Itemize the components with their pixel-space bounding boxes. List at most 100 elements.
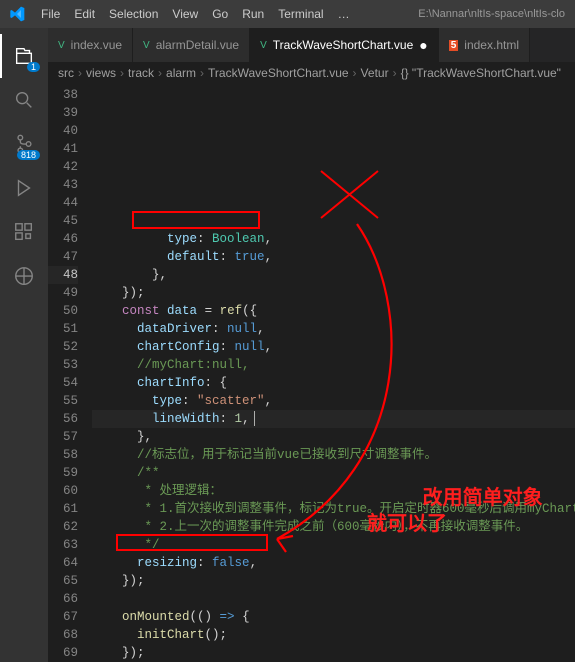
code-line[interactable]: //标志位，用于标记当前vue已接收到尺寸调整事件。 bbox=[92, 446, 575, 464]
code-line[interactable]: //myChart:null, bbox=[92, 356, 575, 374]
line-number: 51 bbox=[48, 320, 78, 338]
chevron-right-icon: › bbox=[158, 66, 162, 80]
menu-item-terminal[interactable]: Terminal bbox=[271, 7, 330, 21]
code-line[interactable]: default: true, bbox=[92, 248, 575, 266]
breadcrumb-item[interactable]: Vetur bbox=[361, 66, 389, 80]
tab-index-vue[interactable]: Vindex.vue bbox=[48, 28, 133, 62]
code-line[interactable]: * 2.上一次的调整事件完成之前（600毫秒内），不再接收调整事件。 bbox=[92, 518, 575, 536]
editor-area: Vindex.vueValarmDetail.vueVTrackWaveShor… bbox=[48, 28, 575, 662]
breadcrumb-item[interactable]: {} "TrackWaveShortChart.vue" bbox=[401, 66, 561, 80]
chevron-right-icon: › bbox=[353, 66, 357, 80]
window-title: E:\Nannar\nltIs-space\nltIs-clo bbox=[418, 8, 575, 20]
extensions-icon[interactable] bbox=[0, 210, 48, 254]
code-lines[interactable]: 改用简单对象就可以了 type: Boolean, default: true,… bbox=[92, 84, 575, 662]
explorer-icon[interactable]: 1 bbox=[0, 34, 48, 78]
breadcrumb[interactable]: src › views › track › alarm › TrackWaveShortChar… bbox=[48, 62, 575, 84]
tab-trackwaveshortchart-vue[interactable]: VTrackWaveShortChart.vue● bbox=[250, 28, 439, 62]
line-number: 65 bbox=[48, 572, 78, 590]
menu-item-file[interactable]: File bbox=[34, 7, 67, 21]
line-number: 57 bbox=[48, 428, 78, 446]
vue-file-icon: V bbox=[143, 40, 150, 51]
explorer-badge: 1 bbox=[27, 62, 40, 72]
menu-item-view[interactable]: View bbox=[165, 7, 205, 21]
chevron-right-icon: › bbox=[120, 66, 124, 80]
line-number: 58 bbox=[48, 446, 78, 464]
menu-bar: FileEditSelectionViewGoRunTerminal… bbox=[34, 7, 357, 21]
breadcrumb-item[interactable]: src bbox=[58, 66, 74, 80]
line-number: 69 bbox=[48, 644, 78, 662]
line-number: 53 bbox=[48, 356, 78, 374]
code-line[interactable]: }, bbox=[92, 266, 575, 284]
line-number: 39 bbox=[48, 104, 78, 122]
code-line[interactable]: chartConfig: null, bbox=[92, 338, 575, 356]
line-number: 48 bbox=[48, 266, 78, 284]
activity-bar: 1 818 bbox=[0, 28, 48, 662]
code-line[interactable]: }); bbox=[92, 644, 575, 662]
code-line[interactable]: */ bbox=[92, 536, 575, 554]
line-number: 62 bbox=[48, 518, 78, 536]
scm-badge: 818 bbox=[17, 150, 40, 160]
code-line[interactable]: chartInfo: { bbox=[92, 374, 575, 392]
line-number: 56 bbox=[48, 410, 78, 428]
menu-item-…[interactable]: … bbox=[331, 7, 357, 21]
tab-alarmdetail-vue[interactable]: ValarmDetail.vue bbox=[133, 28, 250, 62]
breadcrumb-item[interactable]: track bbox=[128, 66, 154, 80]
menu-item-go[interactable]: Go bbox=[205, 7, 235, 21]
menu-item-run[interactable]: Run bbox=[235, 7, 271, 21]
code-line[interactable]: initChart(); bbox=[92, 626, 575, 644]
dirty-indicator-icon: ● bbox=[419, 38, 427, 52]
line-number: 64 bbox=[48, 554, 78, 572]
search-icon[interactable] bbox=[0, 78, 48, 122]
run-debug-icon[interactable] bbox=[0, 166, 48, 210]
line-number: 66 bbox=[48, 590, 78, 608]
line-number: 50 bbox=[48, 302, 78, 320]
line-number: 59 bbox=[48, 464, 78, 482]
breadcrumb-item[interactable]: views bbox=[86, 66, 116, 80]
code-line[interactable]: }); bbox=[92, 572, 575, 590]
annotation-x-mark bbox=[316, 166, 386, 226]
line-number-gutter: 3839404142434445464748495051525354555657… bbox=[48, 84, 92, 662]
line-number: 42 bbox=[48, 158, 78, 176]
menu-item-selection[interactable]: Selection bbox=[102, 7, 165, 21]
menu-item-edit[interactable]: Edit bbox=[67, 7, 102, 21]
code-line[interactable]: const data = ref({ bbox=[92, 302, 575, 320]
annotation-box-1 bbox=[132, 211, 260, 229]
code-line[interactable]: }); bbox=[92, 284, 575, 302]
vue-file-icon: V bbox=[58, 40, 65, 51]
tab-index-html[interactable]: 5index.html bbox=[439, 28, 530, 62]
code-line[interactable]: /** bbox=[92, 464, 575, 482]
tab-bar: Vindex.vueValarmDetail.vueVTrackWaveShor… bbox=[48, 28, 575, 62]
line-number: 60 bbox=[48, 482, 78, 500]
chevron-right-icon: › bbox=[200, 66, 204, 80]
line-number: 43 bbox=[48, 176, 78, 194]
line-number: 47 bbox=[48, 248, 78, 266]
code-line[interactable] bbox=[92, 590, 575, 608]
line-number: 55 bbox=[48, 392, 78, 410]
code-line[interactable]: * 1.首次接收到调整事件，标记为true。开启定时器600毫秒后调用myCha… bbox=[92, 500, 575, 518]
line-number: 67 bbox=[48, 608, 78, 626]
code-line[interactable]: resizing: false, bbox=[92, 554, 575, 572]
breadcrumb-item[interactable]: alarm bbox=[166, 66, 196, 80]
tab-label: index.html bbox=[464, 38, 519, 52]
line-number: 40 bbox=[48, 122, 78, 140]
tab-label: index.vue bbox=[71, 38, 122, 52]
line-number: 41 bbox=[48, 140, 78, 158]
code-line[interactable]: * 处理逻辑： bbox=[92, 482, 575, 500]
code-line[interactable]: type: Boolean, bbox=[92, 230, 575, 248]
breadcrumb-item[interactable]: TrackWaveShortChart.vue bbox=[208, 66, 349, 80]
title-bar: FileEditSelectionViewGoRunTerminal… E:\N… bbox=[0, 0, 575, 28]
line-number: 61 bbox=[48, 500, 78, 518]
code-line[interactable]: dataDriver: null, bbox=[92, 320, 575, 338]
code-line[interactable]: lineWidth: 1, bbox=[92, 410, 575, 428]
code-line[interactable]: onMounted(() => { bbox=[92, 608, 575, 626]
code-line[interactable]: }, bbox=[92, 428, 575, 446]
vscode-logo bbox=[0, 6, 34, 22]
line-number: 44 bbox=[48, 194, 78, 212]
remote-icon[interactable] bbox=[0, 254, 48, 298]
tab-label: alarmDetail.vue bbox=[156, 38, 239, 52]
source-control-icon[interactable]: 818 bbox=[0, 122, 48, 166]
code-editor[interactable]: 3839404142434445464748495051525354555657… bbox=[48, 84, 575, 662]
tab-label: TrackWaveShortChart.vue bbox=[273, 38, 414, 52]
line-number: 45 bbox=[48, 212, 78, 230]
code-line[interactable]: type: "scatter", bbox=[92, 392, 575, 410]
